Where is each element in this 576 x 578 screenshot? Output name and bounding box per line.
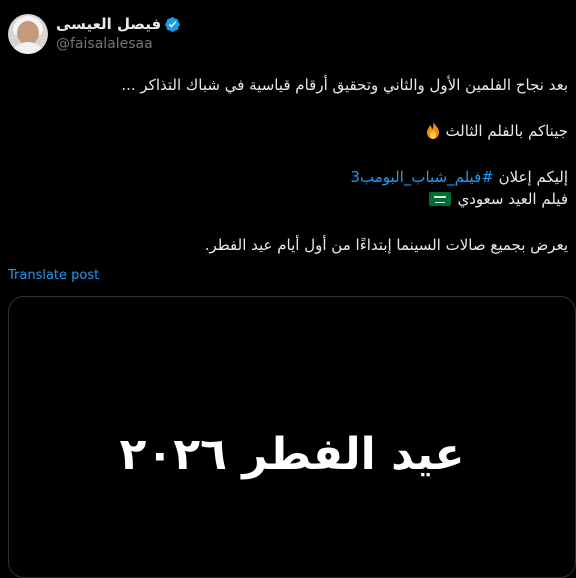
saudi-flag-icon bbox=[428, 192, 451, 206]
media-video[interactable]: عيد الفطر ٢٠٢٦ bbox=[8, 296, 576, 578]
translate-post-link[interactable]: Translate post bbox=[8, 268, 99, 283]
post-text-line2: جيناكم بالفلم الثالث bbox=[445, 122, 568, 140]
fire-emoji-icon bbox=[426, 121, 439, 139]
media-title-text: عيد الفطر ٢٠٢٦ bbox=[119, 429, 465, 480]
post-line: بعد نجاح الفلمين الأول والثاني وتحقيق أر… bbox=[8, 74, 568, 96]
avatar[interactable] bbox=[8, 14, 48, 54]
author-handle[interactable]: @faisalalesaa bbox=[56, 36, 181, 52]
hashtag-link[interactable]: #فيلم_شباب_البومب3 bbox=[351, 168, 494, 186]
post-line: جيناكم بالفلم الثالث bbox=[8, 120, 568, 142]
post-header: فيصل العيسى @faisalalesaa bbox=[8, 14, 181, 58]
post-text-line4: فيلم العيد سعودي bbox=[457, 190, 568, 208]
author-info: فيصل العيسى @faisalalesaa bbox=[56, 14, 181, 52]
post-body: بعد نجاح الفلمين الأول والثاني وتحقيق أر… bbox=[8, 74, 568, 256]
author-display-name[interactable]: فيصل العيسى bbox=[56, 15, 161, 33]
verified-badge-icon[interactable] bbox=[164, 16, 181, 33]
post-line: فيلم العيد سعودي bbox=[8, 188, 568, 210]
post-line: يعرض بجميع صالات السينما إبتداءًا من أول… bbox=[8, 234, 568, 256]
post-text-line1: بعد نجاح الفلمين الأول والثاني وتحقيق أر… bbox=[121, 76, 568, 94]
post-line: إليكم إعلان #فيلم_شباب_البومب3 bbox=[8, 166, 569, 188]
post-text-line5: يعرض بجميع صالات السينما إبتداءًا من أول… bbox=[204, 236, 568, 254]
post-text-line3: إليكم إعلان bbox=[498, 168, 568, 186]
